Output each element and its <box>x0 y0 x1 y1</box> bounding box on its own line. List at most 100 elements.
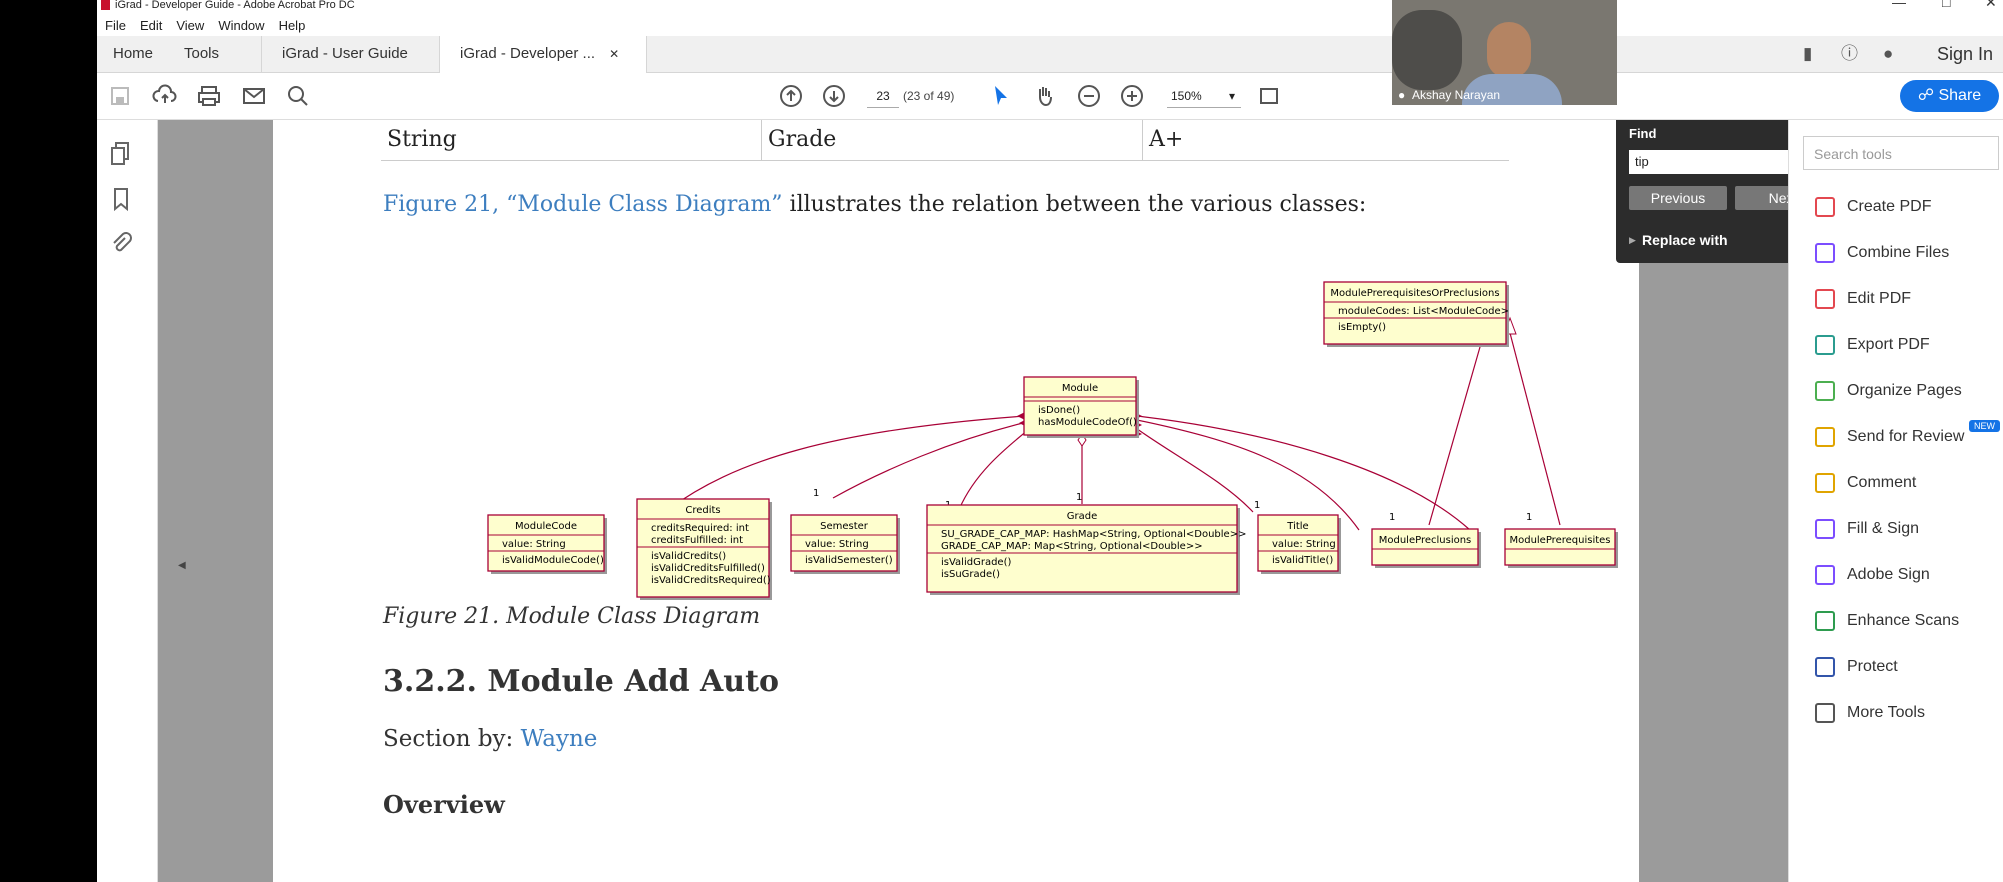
window-title: iGrad - Developer Guide - Adobe Acrobat … <box>115 0 355 11</box>
collapse-left-icon[interactable]: ◀ <box>178 560 186 571</box>
uml-class-boxes: ModulePrerequisitesOrPreclusions moduleCo… <box>487 281 1618 600</box>
uml-class-modulepreclusions: ModulePreclusions <box>1371 528 1481 568</box>
export-pdf-icon <box>1815 335 1835 355</box>
close-tab-icon[interactable]: ✕ <box>609 47 619 61</box>
multiplicity-label: 1 <box>1389 512 1395 523</box>
replace-with-toggle[interactable]: Replace with <box>1642 232 1728 248</box>
tool-comment[interactable]: Comment <box>1789 460 2003 506</box>
tool-send-for-review[interactable]: Send for Review NEW <box>1789 414 2003 460</box>
class-name: Module <box>1062 383 1098 394</box>
class-method: isValidSemester() <box>805 555 893 566</box>
module-class-diagram: 1 1 1 1 1 1 1 ModulePrerequisitesOrPrecl… <box>487 281 1618 600</box>
notification-bell-icon[interactable]: ● <box>1883 36 1893 72</box>
tool-enhance-scans[interactable]: Enhance Scans <box>1789 598 2003 644</box>
create-pdf-icon <box>1815 197 1835 217</box>
tool-label: Create PDF <box>1847 198 1932 215</box>
page-number-input[interactable]: 23 <box>867 85 899 108</box>
tab-tools[interactable]: Tools <box>184 36 219 72</box>
menu-help[interactable]: Help <box>279 18 306 33</box>
tool-edit-pdf[interactable]: Edit PDF <box>1789 276 2003 322</box>
combine-files-icon <box>1815 243 1835 263</box>
zoom-dropdown[interactable]: 150% ▾ <box>1167 85 1241 108</box>
share-button[interactable]: ☍ Share <box>1900 80 1999 112</box>
zoom-out-icon[interactable] <box>1076 83 1102 109</box>
upload-cloud-icon[interactable] <box>152 83 178 109</box>
share-icon: ☍ <box>1917 87 1939 104</box>
help-icon[interactable]: ⓘ <box>1841 36 1858 72</box>
menu-window[interactable]: Window <box>218 18 264 33</box>
participant-name: Akshay Narayan <box>1412 88 1501 102</box>
class-method: isValidCredits() <box>651 551 726 562</box>
find-previous-button[interactable]: Previous <box>1629 186 1727 210</box>
attachment-icon[interactable] <box>109 230 133 256</box>
menu-view[interactable]: View <box>176 18 204 33</box>
chat-icon[interactable]: ▮ <box>1803 36 1812 72</box>
class-method: isEmpty() <box>1338 322 1386 333</box>
close-icon[interactable]: ✕ <box>1985 0 1997 9</box>
person-face <box>1487 22 1531 78</box>
next-page-icon[interactable] <box>821 83 847 109</box>
zoom-in-icon[interactable] <box>1119 83 1145 109</box>
tool-create-pdf[interactable]: Create PDF <box>1789 184 2003 230</box>
new-badge: NEW <box>1969 420 2000 432</box>
menu-file[interactable]: File <box>105 18 126 33</box>
search-icon[interactable] <box>285 83 311 109</box>
tab-developer-guide[interactable]: iGrad - Developer ... ✕ <box>439 36 647 73</box>
multiplicity-label: 1 <box>1526 512 1532 523</box>
search-tools-input[interactable]: Search tools <box>1803 136 1999 170</box>
tool-fill-sign[interactable]: Fill & Sign <box>1789 506 2003 552</box>
uml-class-modulecode: ModuleCode value: String isValidModuleCode… <box>487 514 607 574</box>
tab-label: iGrad - Developer ... <box>460 45 596 62</box>
class-method: isSuGrade() <box>941 569 1000 580</box>
tool-export-pdf[interactable]: Export PDF <box>1789 322 2003 368</box>
class-name: ModulePrerequisitesOrPreclusions <box>1330 288 1499 299</box>
more-tools-icon <box>1815 703 1835 723</box>
print-icon[interactable] <box>196 83 222 109</box>
multiplicity-label: 1 <box>1254 500 1260 511</box>
tool-adobe-sign[interactable]: Adobe Sign <box>1789 552 2003 598</box>
save-icon[interactable] <box>107 83 133 109</box>
tool-label: Protect <box>1847 658 1898 675</box>
tool-label: Comment <box>1847 474 1917 491</box>
tool-protect[interactable]: Protect <box>1789 644 2003 690</box>
uml-class-grade: Grade SU_GRADE_CAP_MAP: HashMap<String, O… <box>926 504 1246 595</box>
share-label: Share <box>1938 87 1982 104</box>
hand-tool-icon[interactable] <box>1032 83 1058 109</box>
tool-combine-files[interactable]: Combine Files <box>1789 230 2003 276</box>
bookmark-icon[interactable] <box>111 186 131 212</box>
fit-page-icon[interactable] <box>1257 83 1283 109</box>
author-link[interactable]: Wayne <box>521 726 598 752</box>
class-name: Title <box>1286 521 1308 532</box>
class-name: Grade <box>1067 511 1098 522</box>
maximize-icon[interactable]: □ <box>1942 0 1950 9</box>
tool-label: Export PDF <box>1847 336 1930 353</box>
select-cursor-icon[interactable] <box>988 83 1014 109</box>
uml-class-title: Title value: String isValidTitle() <box>1257 514 1341 574</box>
class-method: isValidCreditsFulfilled() <box>651 563 765 574</box>
class-name: Credits <box>685 505 720 516</box>
minimize-icon[interactable]: — <box>1892 0 1906 9</box>
pdf-page: String Grade A+ Figure 21, “Module Class… <box>273 120 1639 882</box>
class-attribute: moduleCodes: List<ModuleCode> <box>1338 306 1509 317</box>
tool-label: Enhance Scans <box>1847 612 1960 629</box>
tools-pane: Search tools Create PDF Combine Files Edit… <box>1788 120 2003 882</box>
title-bar: iGrad - Developer Guide - Adobe Acrobat … <box>97 0 2003 14</box>
class-method: isValidTitle() <box>1272 555 1333 566</box>
find-title: Find <box>1629 126 1657 141</box>
tool-more-tools[interactable]: More Tools <box>1789 690 2003 736</box>
class-attribute: value: String <box>502 539 566 550</box>
page-thumbnails-icon[interactable] <box>109 140 133 166</box>
tool-label: Combine Files <box>1847 244 1950 261</box>
previous-page-icon[interactable] <box>778 83 804 109</box>
tab-home[interactable]: Home <box>113 36 153 72</box>
email-icon[interactable] <box>241 83 267 109</box>
menu-edit[interactable]: Edit <box>140 18 162 33</box>
tool-organize-pages[interactable]: Organize Pages <box>1789 368 2003 414</box>
multiplicity-label: 1 <box>1076 492 1082 503</box>
edit-pdf-icon <box>1815 289 1835 309</box>
sign-in-link[interactable]: Sign In <box>1937 36 1993 72</box>
chevron-right-icon[interactable]: ▶ <box>1629 235 1636 246</box>
section-by-line: Section by: Wayne <box>383 726 597 752</box>
figure-caption: Figure 21. Module Class Diagram <box>383 604 761 629</box>
tool-label: Organize Pages <box>1847 382 1962 399</box>
